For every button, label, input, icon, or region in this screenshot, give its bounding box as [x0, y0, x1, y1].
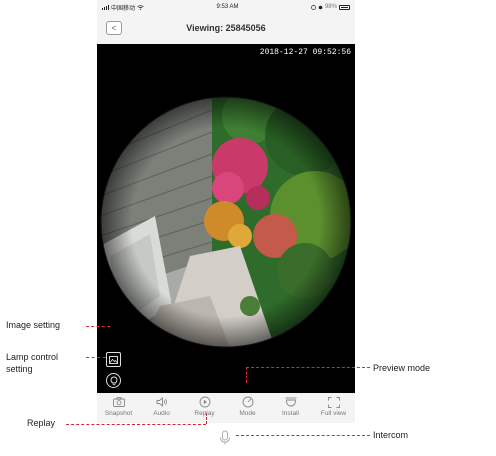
- callout-line-replay-v: [206, 413, 207, 424]
- callout-intercom: Intercom: [373, 430, 409, 440]
- camera-icon: [112, 396, 126, 408]
- install-button[interactable]: Install: [273, 396, 309, 417]
- callout-line-preview-mode-v: [246, 367, 247, 383]
- image-setting-button[interactable]: [106, 352, 121, 367]
- snapshot-button[interactable]: Snapshot: [101, 396, 137, 417]
- phone-screen: 中国移动 9:53 AM 98% < Viewing: 25845056 201…: [97, 0, 355, 456]
- control-toolbar: Snapshot Audio Replay Mode Install Full …: [97, 393, 355, 423]
- intercom-button[interactable]: [218, 430, 232, 446]
- alarm-icon: [311, 4, 316, 10]
- replay-button[interactable]: Replay: [187, 396, 223, 417]
- replay-icon: [198, 396, 212, 408]
- location-icon: [318, 5, 323, 9]
- mode-label: Mode: [239, 410, 256, 417]
- full-view-label: Full view: [320, 410, 347, 417]
- callout-image-setting: Image setting: [6, 320, 61, 330]
- speaker-icon: [155, 396, 169, 408]
- image-icon: [109, 355, 118, 364]
- mode-button[interactable]: Mode: [230, 396, 266, 417]
- callout-preview-mode: Preview mode: [373, 363, 431, 373]
- install-label: Install: [282, 410, 299, 417]
- callout-line-preview-mode-h: [246, 367, 370, 368]
- battery-icon: [338, 4, 350, 10]
- carrier-label: 中国移动: [111, 5, 136, 12]
- signal-icon: [102, 4, 109, 10]
- microphone-icon: [220, 430, 230, 445]
- fisheye-camera-image: [100, 96, 352, 348]
- install-icon: [284, 396, 298, 408]
- intercom-row: [97, 423, 355, 456]
- snapshot-label: Snapshot: [104, 410, 133, 417]
- status-bar: 中国移动 9:53 AM 98%: [97, 0, 355, 14]
- wifi-icon: [137, 4, 144, 10]
- battery-percent: 98%: [324, 4, 337, 10]
- page-title: Viewing: 25845056: [186, 23, 266, 33]
- mode-icon: [241, 396, 255, 408]
- callout-lamp-control-line1: Lamp control: [6, 352, 59, 362]
- callout-replay: Replay: [27, 418, 56, 428]
- full-view-button[interactable]: Full view: [316, 396, 352, 417]
- callout-lamp-control-line2: setting: [6, 364, 33, 374]
- callout-line-intercom: [236, 435, 370, 436]
- replay-label: Replay: [194, 410, 215, 417]
- fullscreen-icon: [327, 396, 341, 408]
- video-preview[interactable]: 2018-12-27 09:52:56: [97, 44, 355, 393]
- status-time: 9:53 AM: [216, 4, 239, 10]
- lamp-icon: [110, 376, 117, 385]
- lamp-control-button[interactable]: [106, 373, 121, 388]
- audio-button[interactable]: Audio: [144, 396, 180, 417]
- video-timestamp: 2018-12-27 09:52:56: [259, 48, 351, 57]
- callout-line-image-setting: [86, 326, 110, 327]
- audio-label: Audio: [153, 410, 170, 417]
- callout-lamp-control: Lamp control setting: [6, 351, 58, 375]
- callout-line-replay-h: [66, 424, 206, 425]
- callout-line-lamp-control: [86, 357, 106, 358]
- nav-bar: < Viewing: 25845056: [97, 14, 355, 44]
